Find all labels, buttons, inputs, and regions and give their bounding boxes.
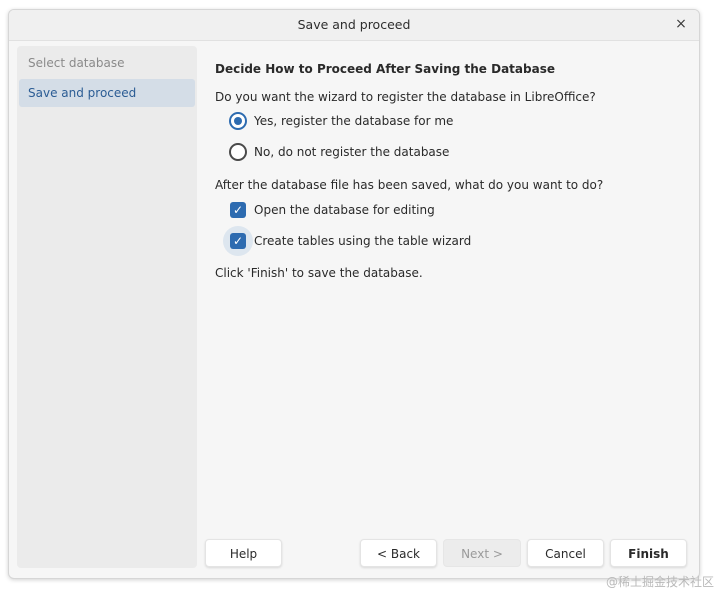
title-bar: Save and proceed × [9,10,699,41]
checkbox-checked-icon: ✓ [230,202,246,218]
create-tables-checkbox[interactable]: ✓ Create tables using the table wizard [223,226,472,256]
cancel-button[interactable]: Cancel [527,539,604,567]
register-no-label: No, do not register the database [254,145,450,159]
close-icon[interactable]: × [673,16,689,32]
wizard-steps-sidebar: Select database Save and proceed [17,46,197,568]
register-question: Do you want the wizard to register the d… [215,90,596,104]
checkbox-hover-highlight: ✓ [223,226,253,256]
open-database-checkbox[interactable]: ✓ Open the database for editing [229,199,435,221]
page-heading: Decide How to Proceed After Saving the D… [215,62,555,76]
register-yes-label: Yes, register the database for me [254,114,454,128]
window-title: Save and proceed [297,17,411,32]
wizard-dialog: Save and proceed × Select database Save … [8,9,700,579]
sidebar-item-save-and-proceed[interactable]: Save and proceed [19,79,195,107]
next-button[interactable]: Next > [443,539,521,567]
create-tables-label: Create tables using the table wizard [254,234,472,248]
radio-unselected-icon [229,143,247,161]
back-button[interactable]: < Back [360,539,437,567]
wizard-page-content: Decide How to Proceed After Saving the D… [215,46,685,516]
help-button[interactable]: Help [205,539,282,567]
checkbox-checked-icon: ✓ [230,233,246,249]
after-save-question: After the database file has been saved, … [215,178,604,192]
open-database-label: Open the database for editing [254,203,435,217]
radio-selected-icon [229,112,247,130]
sidebar-item-select-database[interactable]: Select database [19,49,195,77]
finish-note: Click 'Finish' to save the database. [215,266,423,280]
checkbox-wrapper: ✓ [229,201,247,219]
register-no-radio[interactable]: No, do not register the database [229,141,449,163]
finish-button[interactable]: Finish [610,539,687,567]
watermark-text: @稀土掘金技术社区 [605,575,714,589]
register-yes-radio[interactable]: Yes, register the database for me [229,110,453,132]
